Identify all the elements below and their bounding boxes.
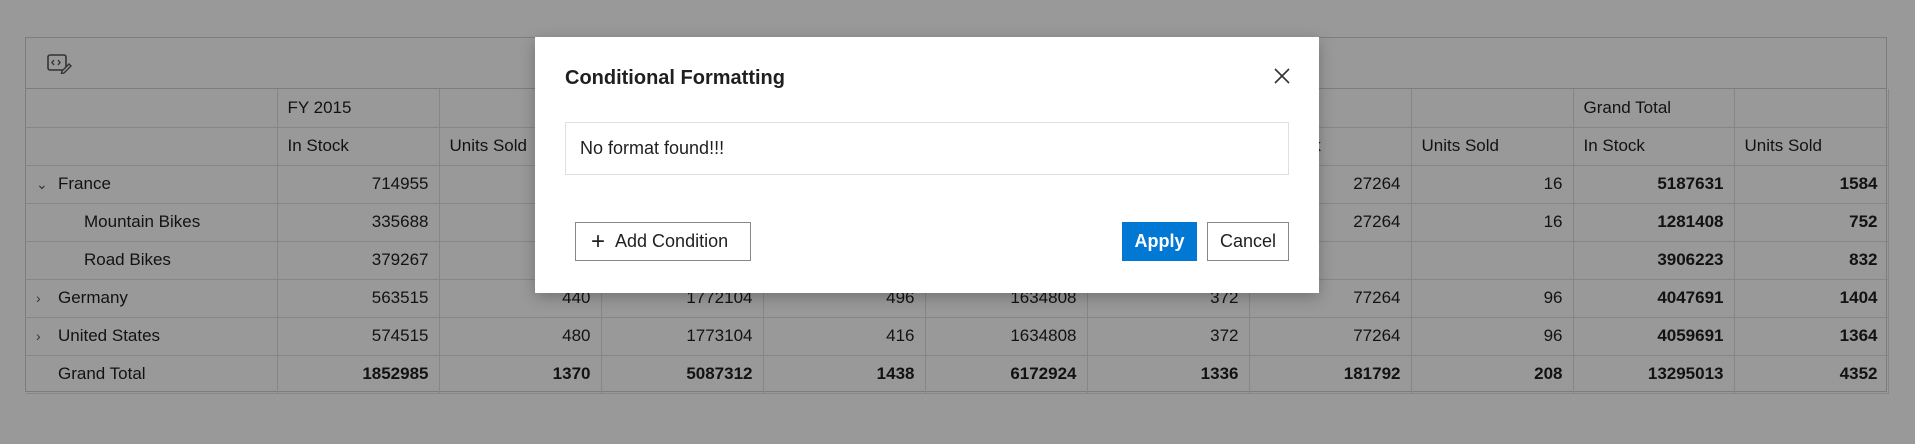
add-condition-button[interactable]: + Add Condition (575, 222, 751, 261)
empty-message: No format found!!! (580, 138, 725, 158)
close-button[interactable] (1270, 64, 1294, 88)
cancel-button[interactable]: Cancel (1207, 222, 1289, 261)
apply-button[interactable]: Apply (1122, 222, 1197, 261)
plus-icon: + (591, 227, 606, 255)
add-condition-label: Add Condition (615, 231, 729, 251)
dialog-title: Conditional Formatting (565, 67, 785, 89)
format-list: No format found!!! (565, 122, 1289, 175)
close-icon (1274, 68, 1290, 84)
conditional-formatting-dialog: Conditional Formatting No format found!!… (535, 37, 1319, 293)
